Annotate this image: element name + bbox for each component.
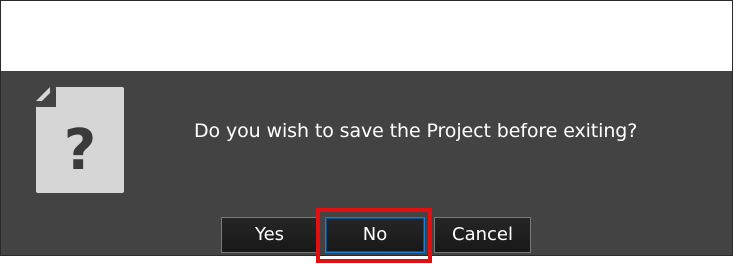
yes-button[interactable]: Yes — [221, 217, 318, 253]
window-title-area — [1, 1, 732, 71]
dialog-message: Do you wish to save the Project before e… — [194, 120, 638, 142]
svg-text:?: ? — [64, 118, 96, 183]
no-button[interactable]: No — [325, 217, 425, 253]
dialog-window: ? Do you wish to save the Project before… — [0, 0, 733, 256]
document-question-icon: ? — [36, 87, 124, 193]
save-prompt-dialog: ? Do you wish to save the Project before… — [1, 71, 732, 255]
cancel-button[interactable]: Cancel — [434, 217, 531, 253]
